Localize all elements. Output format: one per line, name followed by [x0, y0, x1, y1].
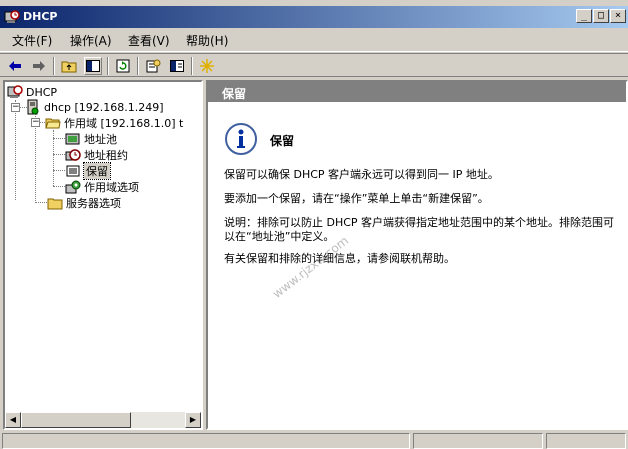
menu-action[interactable]: 操作(A)	[68, 32, 114, 49]
tree-scope-label: 作用域 [192.168.1.0] t	[64, 117, 184, 130]
expand-scope-toggle[interactable]: −	[31, 118, 40, 127]
tree-server-node[interactable]: dhcp [192.168.1.249]	[25, 99, 164, 115]
tree-root-label: DHCP	[26, 85, 58, 99]
tree-address-leases[interactable]: 地址租约	[65, 147, 128, 163]
console-tree[interactable]: − − DHCP dhcp [192.168.1.249] 作用域 [192.1…	[3, 80, 203, 430]
tree-reservations[interactable]: 保留	[65, 162, 111, 180]
address-leases-icon	[65, 149, 81, 161]
tree-root-dhcp[interactable]: DHCP	[7, 84, 57, 100]
maximize-button[interactable]: □	[593, 9, 609, 23]
info-icon	[225, 123, 257, 155]
address-pool-icon	[65, 133, 80, 145]
details-pane: 保留 保留 保留可以确保 DHCP 客户端永远可以得到同一 IP 地址。 要添加…	[206, 80, 628, 430]
tree-server-options-label: 服务器选项	[66, 197, 121, 210]
dhcp-console-icon	[7, 85, 23, 98]
minimize-button[interactable]: _	[576, 9, 592, 23]
info-title: 保留	[270, 134, 295, 148]
window-title: DHCP	[23, 10, 58, 23]
help-icon[interactable]	[168, 57, 186, 75]
properties-icon[interactable]	[144, 57, 162, 75]
back-arrow-icon[interactable]	[6, 57, 24, 75]
forward-arrow-icon[interactable]	[30, 57, 48, 75]
tree-reservations-label: 保留	[83, 162, 111, 180]
tree-address-pool-label: 地址池	[84, 133, 117, 146]
tree-horizontal-scrollbar[interactable]: ◀ ▶	[5, 412, 201, 428]
status-cell-main	[2, 433, 410, 449]
scope-options-icon	[65, 180, 81, 194]
server-icon	[27, 99, 39, 115]
scroll-right-arrow-icon[interactable]: ▶	[185, 412, 201, 428]
scroll-left-arrow-icon[interactable]: ◀	[5, 412, 21, 428]
paragraph-4: 有关保留和排除的详细信息，请参阅联机帮助。	[224, 252, 455, 265]
tree-scope-options[interactable]: 作用域选项	[65, 179, 139, 195]
up-folder-icon[interactable]	[60, 57, 78, 75]
status-bar	[0, 432, 628, 449]
folder-open-icon	[45, 118, 61, 129]
menu-help[interactable]: 帮助(H)	[184, 32, 230, 49]
tree-server-options[interactable]: 服务器选项	[47, 195, 121, 211]
menu-view[interactable]: 查看(V)	[126, 32, 172, 49]
title-bar[interactable]: DHCP _ □ ×	[0, 6, 628, 28]
show-hide-tree-icon[interactable]	[84, 57, 102, 75]
close-button[interactable]: ×	[610, 9, 626, 23]
reservations-icon	[66, 165, 80, 177]
tree-server-label: dhcp [192.168.1.249]	[44, 100, 164, 114]
refresh-icon[interactable]	[114, 57, 132, 75]
paragraph-3: 说明：排除可以防止 DHCP 客户端获得指定地址范围中的某个地址。排除范围可以在…	[224, 216, 615, 243]
new-item-icon[interactable]	[198, 57, 216, 75]
expand-server-toggle[interactable]: −	[11, 103, 20, 112]
paragraph-2: 要添加一个保留，请在“操作”菜单上单击“新建保留”。	[224, 192, 489, 205]
tree-address-leases-label: 地址租约	[84, 149, 128, 162]
dhcp-console-icon	[4, 10, 20, 23]
status-cell-3	[546, 433, 626, 449]
tree-address-pool[interactable]: 地址池	[65, 131, 117, 147]
folder-icon	[47, 198, 63, 210]
menu-file[interactable]: 文件(F)	[10, 32, 54, 49]
tree-scope-node[interactable]: 作用域 [192.168.1.0] t	[45, 115, 183, 131]
scroll-thumb[interactable]	[21, 412, 131, 428]
status-cell-2	[413, 433, 543, 449]
paragraph-1: 保留可以确保 DHCP 客户端永远可以得到同一 IP 地址。	[224, 168, 499, 181]
details-header: 保留	[208, 82, 626, 102]
toolbar	[0, 53, 628, 77]
tree-scope-options-label: 作用域选项	[84, 181, 139, 194]
menu-bar: 文件(F) 操作(A) 查看(V) 帮助(H)	[0, 28, 628, 52]
